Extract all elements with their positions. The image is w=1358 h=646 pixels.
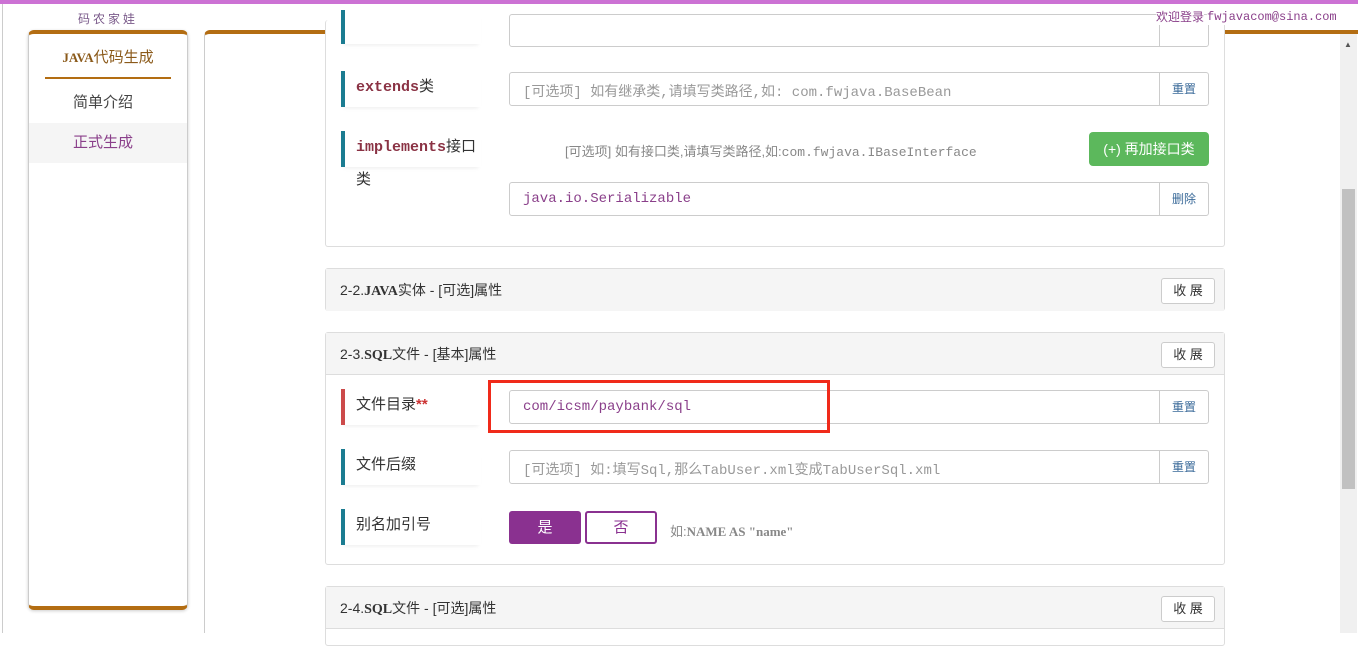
panel-header[interactable]: 2-3.SQL文件 - [基本]属性 收 展 [326, 333, 1224, 375]
extends-input[interactable]: [可选项] 如有继承类,请填写类路径,如: com.fwjava.BaseBea… [509, 72, 1209, 106]
welcome-label: 欢迎登录 [1156, 9, 1205, 25]
sidebar: JAVA代码生成 简单介绍 正式生成 [28, 30, 188, 610]
label-file-dir-text: 文件目录 [356, 396, 417, 413]
file-suffix-reset-button[interactable]: 重置 [1159, 451, 1208, 483]
label-extends-code: extends [356, 79, 420, 96]
panel-prefix: 2-3. [340, 346, 365, 362]
label-file-suffix: 文件后缀 [341, 449, 481, 485]
scrollbar-thumb[interactable] [1342, 189, 1355, 489]
scroll-up-icon[interactable]: ▲ [1344, 40, 1352, 49]
implements-hint-text: [可选项] 如有接口类,请填写类路径,如: [565, 144, 782, 159]
panel-sql-optional: 2-4.SQL文件 - [可选]属性 收 展 [325, 586, 1225, 646]
user-email[interactable]: fwjavacom@sina.com [1207, 9, 1337, 25]
sidebar-item-intro[interactable]: 简单介绍 [29, 83, 187, 123]
file-suffix-input[interactable]: [可选项] 如:填写Sql,那么TabUser.xml变成TabUserSql.… [509, 450, 1209, 484]
interface-input[interactable]: java.io.Serializable 删除 [509, 182, 1209, 216]
alias-hint-text: 如: [670, 524, 687, 539]
alias-hint: 如:NAME AS "name" [670, 521, 794, 540]
panel-code: SQL [364, 348, 393, 363]
file-dir-reset-button[interactable]: 重置 [1159, 391, 1208, 423]
label-extends: extends类 [341, 71, 481, 107]
required-marker: ** [416, 396, 428, 413]
extends-placeholder: [可选项] 如有继承类,请填写类路径,如: com.fwjava.BaseBea… [523, 85, 952, 101]
label-implements: implements接口类 [341, 131, 481, 188]
panel-code: JAVA [364, 284, 398, 299]
alias-hint-code: NAME AS "name" [686, 524, 794, 539]
panel-header[interactable]: 2-2.JAVA实体 - [可选]属性 收 展 [326, 269, 1224, 311]
panel-header[interactable]: 2-4.SQL文件 - [可选]属性 收 展 [326, 587, 1224, 629]
previous-input[interactable] [509, 14, 1209, 47]
sidebar-title: JAVA代码生成 [45, 46, 171, 79]
brand-logo: 码农家娃 [78, 12, 139, 26]
collapse-toggle-button[interactable]: 收 展 [1161, 596, 1215, 622]
window-edge [0, 4, 3, 633]
top-accent-bar [0, 0, 1358, 4]
implements-hint: [可选项] 如有接口类,请填写类路径,如:com.fwjava.IBaseInt… [565, 141, 977, 160]
panel-title: 文件 - [可选]属性 [392, 600, 497, 616]
scrollbar[interactable]: ▲ [1340, 34, 1357, 633]
label-alias-quote: 别名加引号 [341, 509, 481, 545]
panel-prefix: 2-4. [340, 600, 365, 616]
alias-yes-button[interactable]: 是 [509, 511, 581, 544]
implements-hint-code: com.fwjava.IBaseInterface [781, 145, 977, 160]
highlight-box [488, 380, 830, 433]
panel-code: SQL [364, 602, 393, 617]
alias-no-button[interactable]: 否 [585, 511, 657, 544]
sidebar-title-code: JAVA [62, 50, 94, 65]
label-previous [341, 10, 481, 44]
label-implements-code: implements [356, 139, 447, 156]
label-extends-text: 类 [419, 78, 435, 95]
interface-value: java.io.Serializable [523, 191, 692, 207]
sidebar-item-generate[interactable]: 正式生成 [29, 123, 187, 163]
add-interface-button[interactable]: (+) 再加接口类 [1089, 132, 1209, 166]
panel-title: 文件 - [基本]属性 [392, 346, 497, 362]
sidebar-title-text: 代码生成 [93, 49, 154, 66]
extends-reset-button[interactable]: 重置 [1159, 73, 1208, 105]
label-file-dir: 文件目录** [341, 389, 481, 425]
file-suffix-placeholder: [可选项] 如:填写Sql,那么TabUser.xml变成TabUserSql.… [523, 463, 941, 479]
panel-prefix: 2-2. [340, 282, 365, 298]
collapse-toggle-button[interactable]: 收 展 [1161, 342, 1215, 368]
collapse-toggle-button[interactable]: 收 展 [1161, 278, 1215, 304]
panel-title: 实体 - [可选]属性 [397, 282, 503, 298]
interface-delete-button[interactable]: 删除 [1159, 183, 1208, 215]
panel-java-entity-optional: 2-2.JAVA实体 - [可选]属性 收 展 [325, 268, 1225, 311]
